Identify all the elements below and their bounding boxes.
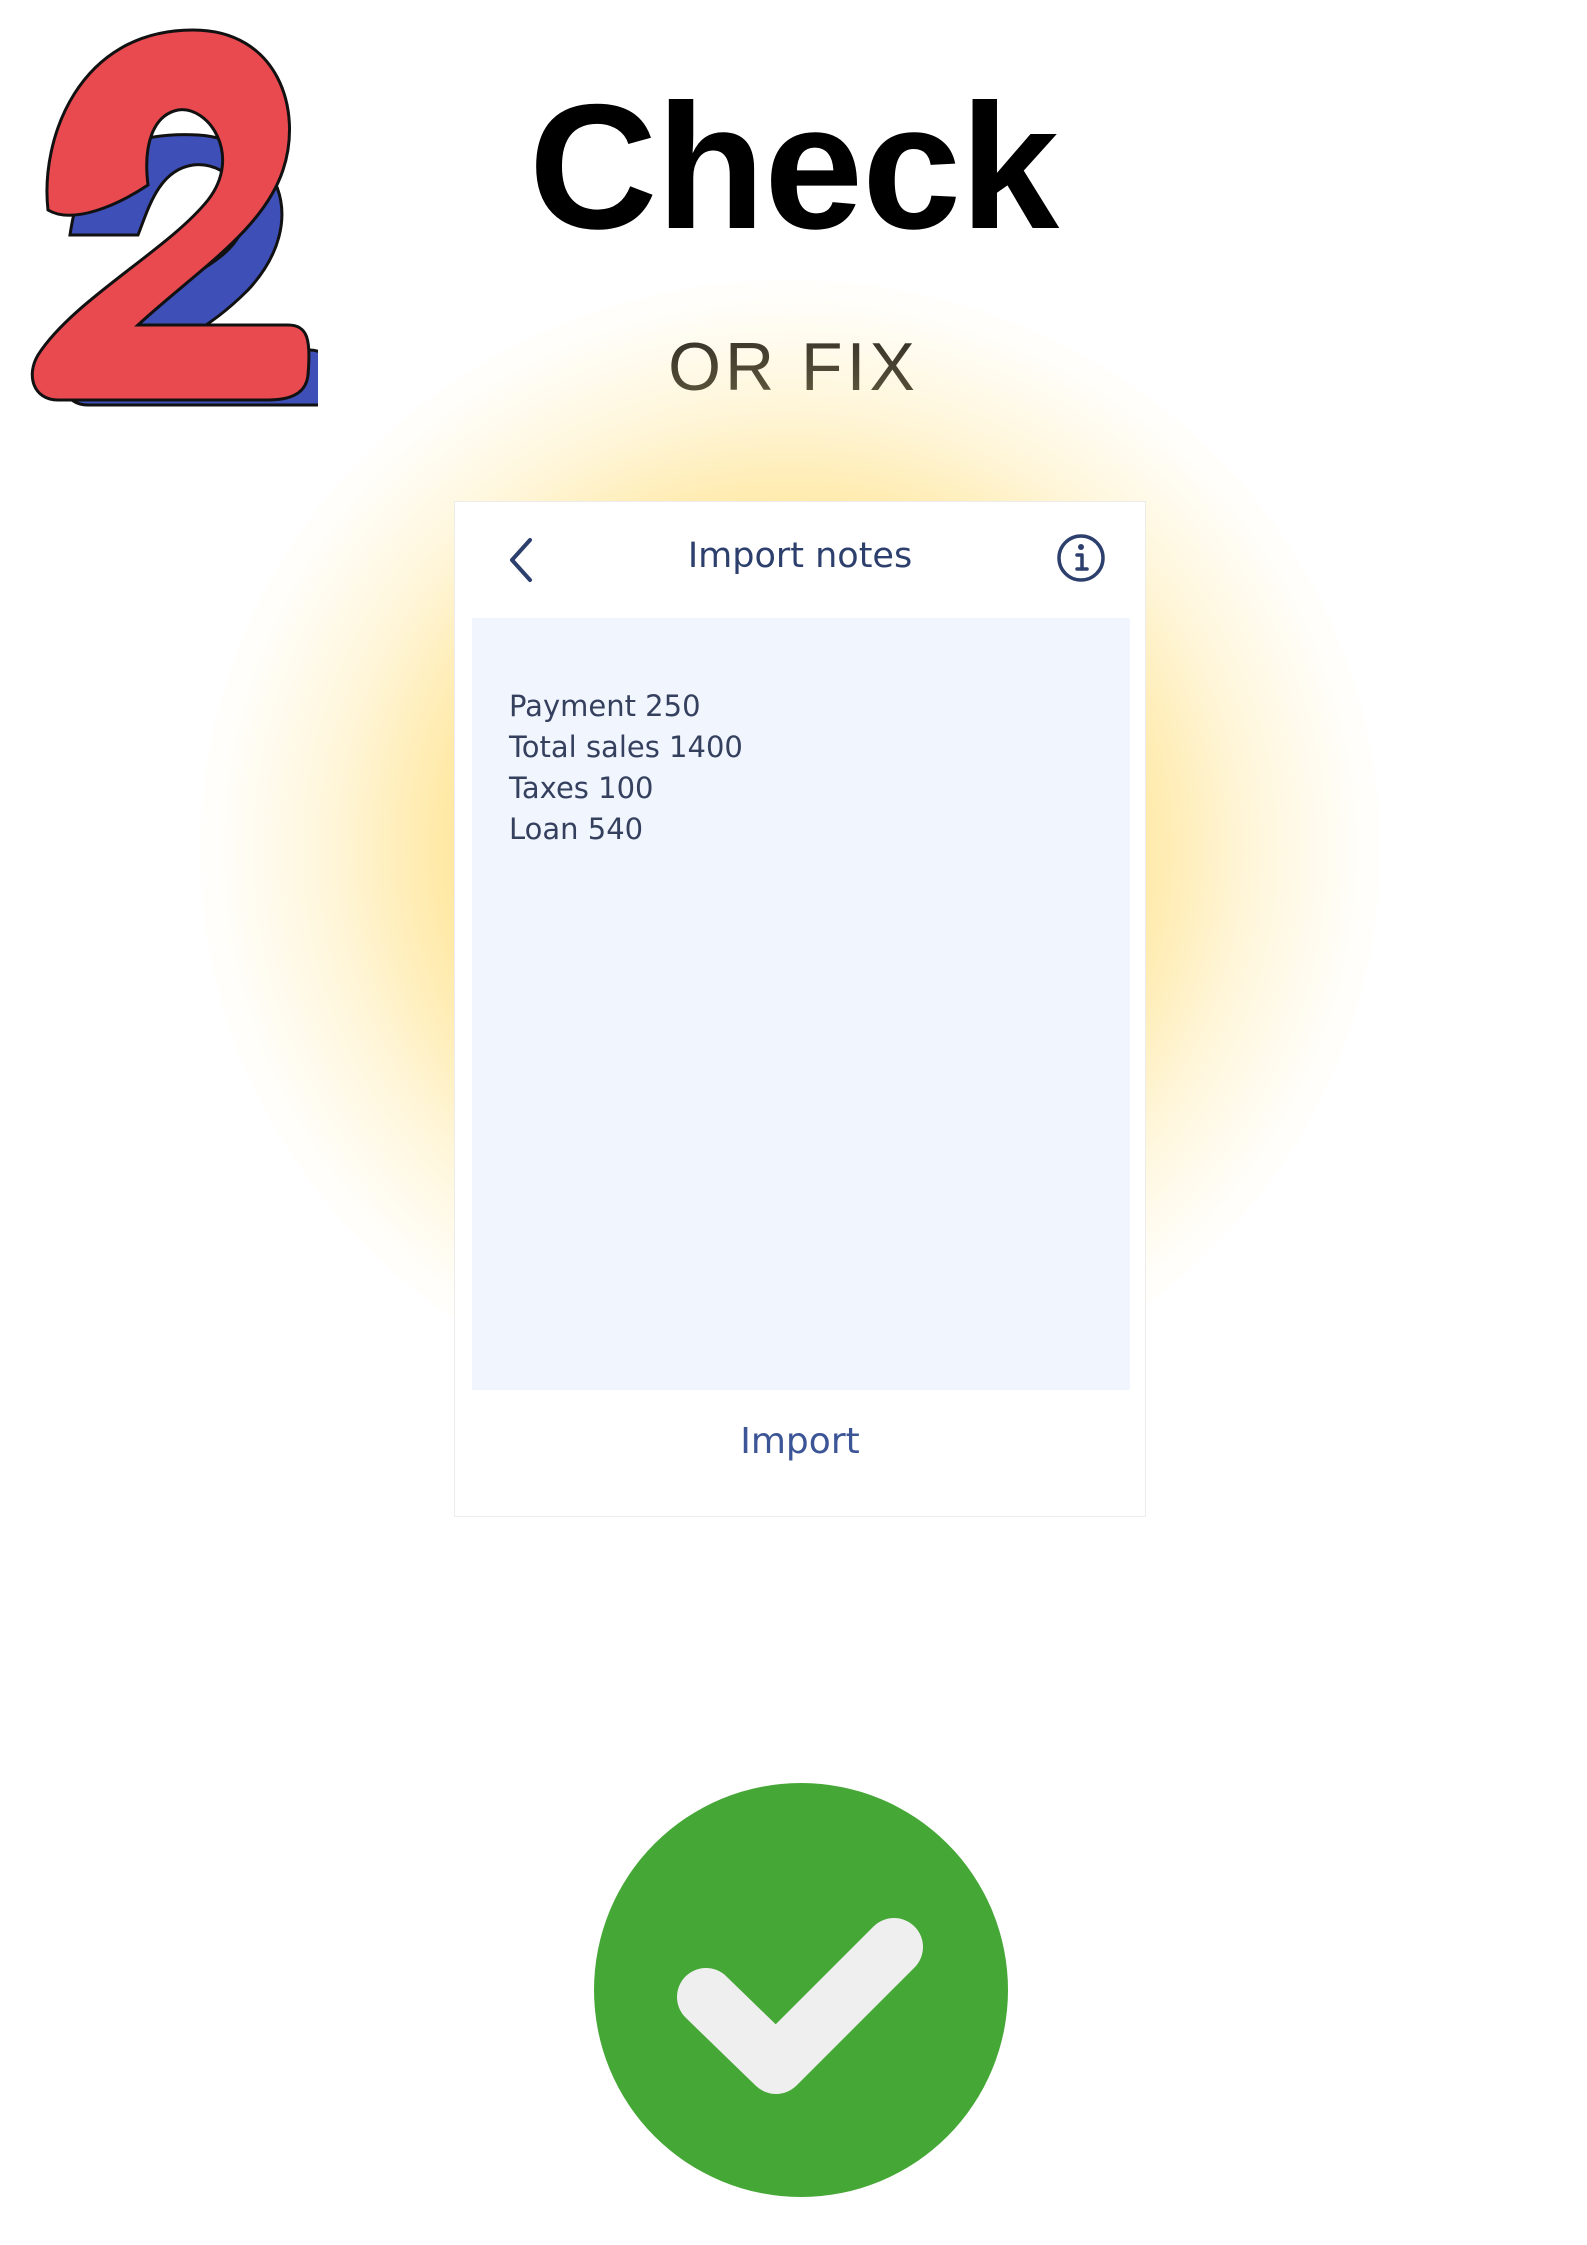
app-header: Import notes: [455, 502, 1145, 617]
page-title: Check: [528, 67, 1059, 266]
check-icon: [677, 1918, 923, 2094]
import-button[interactable]: Import: [455, 1407, 1145, 1477]
notes-textarea[interactable]: Payment 250 Total sales 1400 Taxes 100 L…: [472, 618, 1130, 1390]
import-notes-screen: Import notes Payment 250 Total sales 140…: [454, 501, 1146, 1517]
screen-title: Import notes: [687, 536, 913, 576]
note-line: Taxes 100: [509, 771, 654, 805]
confirm-badge: [594, 1783, 1008, 2197]
info-button[interactable]: [1053, 530, 1109, 586]
info-icon: [1057, 534, 1105, 582]
note-line: Payment 250: [509, 689, 701, 723]
note-line: Total sales 1400: [509, 730, 743, 764]
note-line: Loan 540: [509, 812, 644, 846]
